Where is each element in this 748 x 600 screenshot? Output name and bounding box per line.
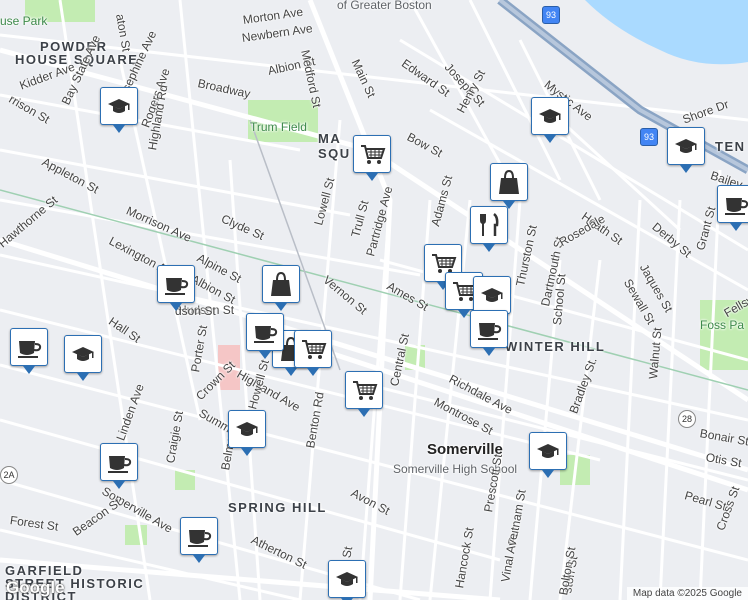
school-icon <box>336 572 358 586</box>
poi-marker-restaurant[interactable] <box>470 206 508 252</box>
poi-marker-coffee-cup[interactable] <box>246 313 284 359</box>
coffee-cup-icon <box>188 530 212 547</box>
poi-marker-coffee-cup[interactable] <box>10 328 48 374</box>
shopping-bag-icon <box>499 169 519 194</box>
poi-marker-grocery-cart[interactable] <box>294 330 332 376</box>
google-logo: Google <box>6 578 65 597</box>
poi-marker-shopping-bag[interactable] <box>490 163 528 209</box>
poi-marker-coffee-cup[interactable] <box>100 443 138 489</box>
poi-marker-school[interactable] <box>667 127 705 173</box>
restaurant-icon <box>480 213 499 236</box>
poi-marker-school[interactable] <box>529 432 567 478</box>
school-icon <box>72 347 94 361</box>
poi-marker-coffee-cup[interactable] <box>157 265 195 311</box>
map-view[interactable]: POWDER HOUSE SQUARE MA SQU TEN WINTER HILL SPR… <box>0 0 748 600</box>
school-icon <box>675 139 697 153</box>
water-body <box>585 0 748 65</box>
grocery-cart-icon <box>353 381 378 400</box>
school-icon <box>108 99 130 113</box>
route-shield: 28 <box>678 410 696 428</box>
poi-marker-grocery-cart[interactable] <box>353 135 391 181</box>
coffee-cup-icon <box>725 198 748 215</box>
poi-marker-coffee-cup[interactable] <box>470 310 508 356</box>
coffee-cup-icon <box>254 326 278 343</box>
poi-marker-grocery-cart[interactable] <box>345 371 383 417</box>
park-area <box>125 525 147 545</box>
poi-marker-school[interactable] <box>328 560 366 600</box>
coffee-cup-icon <box>165 278 189 295</box>
poi-marker-school[interactable] <box>473 276 511 322</box>
poi-marker-school[interactable] <box>531 97 569 143</box>
school-icon <box>481 288 503 302</box>
school-icon <box>539 109 561 123</box>
school-icon <box>537 444 559 458</box>
poi-marker-coffee-cup[interactable] <box>180 517 218 563</box>
grocery-cart-icon <box>302 340 327 359</box>
poi-marker-school[interactable] <box>64 335 102 381</box>
poi-marker-school[interactable] <box>100 87 138 133</box>
school-icon <box>236 422 258 436</box>
poi-marker-shopping-bag[interactable] <box>262 265 300 311</box>
coffee-cup-icon <box>108 456 132 473</box>
coffee-cup-icon <box>478 323 502 340</box>
shopping-bag-icon <box>271 271 291 296</box>
grocery-cart-icon <box>361 145 386 164</box>
route-shield: 2A <box>0 466 18 484</box>
poi-marker-coffee-cup[interactable] <box>717 185 748 231</box>
poi-marker-school[interactable] <box>228 410 266 456</box>
map-attribution[interactable]: Map data ©2025 Google <box>626 587 748 600</box>
route-shield: 93 <box>640 128 658 146</box>
coffee-cup-icon <box>18 341 42 358</box>
route-shield: 93 <box>542 6 560 24</box>
